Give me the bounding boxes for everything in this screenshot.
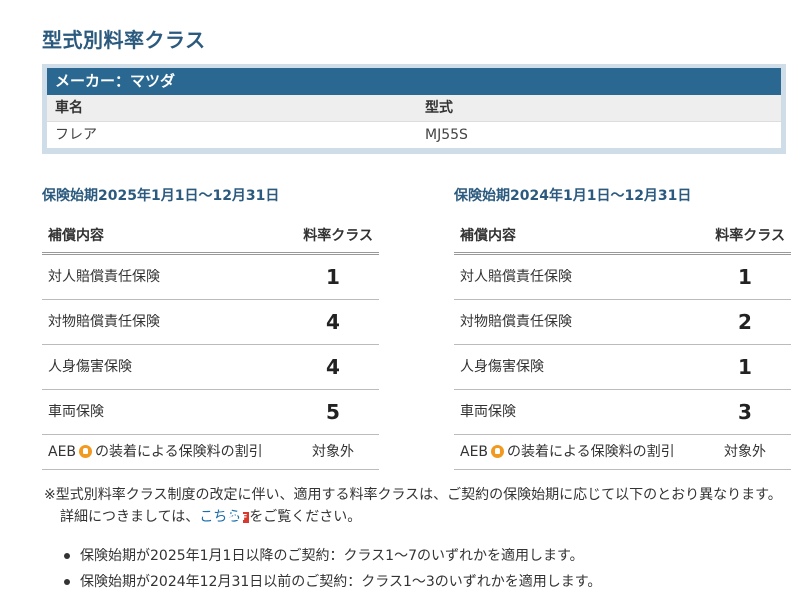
coverage-header: 補償内容 xyxy=(460,228,516,244)
rate-class-value: 1 xyxy=(326,265,340,289)
period-2024: 保険始期2024年1月1日～12月31日 補償内容 料率クラス 対人賠償責任保険… xyxy=(454,186,791,470)
coverage-label: 車両保険 xyxy=(460,404,516,420)
maker-values-row: フレア MJ55S xyxy=(47,121,781,148)
aeb-suffix: の装着による保険料の割引 xyxy=(95,444,263,460)
aeb-value: 対象外 xyxy=(724,444,766,460)
coverage-label: 対人賠償責任保険 xyxy=(48,269,160,285)
period-title: 保険始期2025年1月1日～12月31日 xyxy=(42,188,280,204)
revision-note: ※型式別料率クラス制度の改定に伴い、適用する料率クラスは、ご契約の保険始期に応じ… xyxy=(44,484,784,528)
aeb-prefix: AEB xyxy=(48,444,77,460)
rate-class-value: 4 xyxy=(326,355,340,379)
car-name-value: フレア xyxy=(55,127,97,143)
maker-header: メーカー：マツダ xyxy=(47,68,781,95)
table-row: 人身傷害保険 4 xyxy=(42,345,379,390)
rate-class-value: 2 xyxy=(738,310,752,334)
maker-box: メーカー：マツダ 車名 型式 フレア MJ55S xyxy=(42,64,786,154)
rate-class-value: 4 xyxy=(326,310,340,334)
coverage-label: 人身傷害保険 xyxy=(460,359,544,375)
list-item: 保険始期が2025年1月1日以降のご契約：クラス1～7のいずれかを適用します。 xyxy=(62,543,601,569)
table-header: 補償内容 料率クラス xyxy=(42,220,379,255)
aeb-row: AEB の装着による保険料の割引 対象外 xyxy=(42,435,379,470)
period-2025: 保険始期2025年1月1日～12月31日 補償内容 料率クラス 対人賠償責任保険… xyxy=(42,186,379,470)
aeb-prefix: AEB xyxy=(460,444,489,460)
table-row: 対物賠償責任保険 4 xyxy=(42,300,379,345)
page-title: 型式別料率クラス xyxy=(42,28,206,52)
rate-class-value: 1 xyxy=(738,355,752,379)
class-header: 料率クラス xyxy=(715,228,785,244)
note-text: ※型式別料率クラス制度の改定に伴い、適用する料率クラスは、ご契約の保険始期に応じ… xyxy=(44,484,784,528)
aeb-label: AEB の装着による保険料の割引 xyxy=(48,435,293,469)
aeb-label: AEB の装着による保険料の割引 xyxy=(460,435,705,469)
aeb-row: AEB の装着による保険料の割引 対象外 xyxy=(454,435,791,470)
table-row: 対物賠償責任保険 2 xyxy=(454,300,791,345)
class-header: 料率クラス xyxy=(303,228,373,244)
table-row: 対人賠償責任保険 1 xyxy=(454,255,791,300)
coverage-label: 対人賠償責任保険 xyxy=(460,269,572,285)
coverage-label: 人身傷害保険 xyxy=(48,359,132,375)
period-title: 保険始期2024年1月1日～12月31日 xyxy=(454,188,692,204)
coverage-label: 対物賠償責任保険 xyxy=(48,314,160,330)
rate-class-value: 3 xyxy=(738,400,752,424)
coverage-label: 車両保険 xyxy=(48,404,104,420)
maker-column-headers: 車名 型式 xyxy=(47,95,781,121)
model-code-value: MJ55S xyxy=(425,127,468,143)
note-text-after: をご覧ください。 xyxy=(249,509,362,525)
coverage-label: 対物賠償責任保険 xyxy=(460,314,572,330)
rate-class-table: 補償内容 料率クラス 対人賠償責任保険 1 対物賠償責任保険 2 人身傷害保険 … xyxy=(454,220,791,470)
list-item: 保険始期が2024年12月31日以前のご契約：クラス1～3のいずれかを適用します… xyxy=(62,569,601,595)
class-range-list: 保険始期が2025年1月1日以降のご契約：クラス1～7のいずれかを適用します。 … xyxy=(62,543,601,595)
rate-class-value: 5 xyxy=(326,400,340,424)
aeb-car-icon[interactable] xyxy=(491,445,505,458)
note-text-before: ※型式別料率クラス制度の改定に伴い、適用する料率クラスは、ご契約の保険始期に応じ… xyxy=(44,487,782,525)
rate-class-table: 補償内容 料率クラス 対人賠償責任保険 1 対物賠償責任保険 4 人身傷害保険 … xyxy=(42,220,379,470)
table-header: 補償内容 料率クラス xyxy=(454,220,791,255)
coverage-header: 補償内容 xyxy=(48,228,104,244)
aeb-value: 対象外 xyxy=(312,444,354,460)
aeb-car-icon[interactable] xyxy=(79,445,93,458)
table-row: 人身傷害保険 1 xyxy=(454,345,791,390)
model-header: 型式 xyxy=(425,100,453,116)
rate-class-value: 1 xyxy=(738,265,752,289)
car-name-header: 車名 xyxy=(55,100,83,116)
table-row: 車両保険 5 xyxy=(42,390,379,435)
table-row: 車両保険 3 xyxy=(454,390,791,435)
table-row: 対人賠償責任保険 1 xyxy=(42,255,379,300)
aeb-suffix: の装着による保険料の割引 xyxy=(507,444,675,460)
